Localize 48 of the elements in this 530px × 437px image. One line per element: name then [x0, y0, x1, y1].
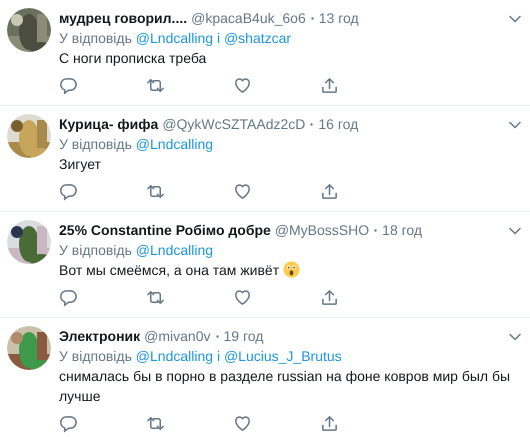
tweet-time[interactable]: 13 год — [318, 8, 359, 28]
retweet-icon[interactable] — [146, 414, 165, 433]
user-name[interactable]: 25% Constantine Робімо добре — [59, 220, 271, 240]
share-icon[interactable] — [320, 414, 339, 433]
reply-icon[interactable] — [59, 76, 78, 95]
reply-label: У відповідь — [59, 30, 132, 46]
joiner-text: і — [216, 30, 220, 46]
mention-link[interactable]: @Lndcalling — [136, 242, 214, 258]
tweet-time[interactable]: 19 год — [224, 326, 264, 346]
reply-label: У відповідь — [59, 136, 132, 152]
mention-link[interactable]: @Lucius_J_Brutus — [224, 348, 342, 364]
reply-label: У відповідь — [59, 348, 132, 364]
tweet-text: Вот мы смеёмся, а она там живёт — [59, 262, 280, 278]
user-name[interactable]: Электроник — [59, 326, 140, 346]
joiner-text: і — [216, 348, 220, 364]
like-icon[interactable] — [233, 288, 252, 307]
retweet-icon[interactable] — [146, 288, 165, 307]
separator-dot-icon — [374, 228, 378, 232]
user-handle: @MyBossSHO — [274, 221, 370, 240]
user-handle: @mivan0v — [144, 327, 210, 346]
mention-link[interactable]: @Lndcalling — [136, 30, 214, 46]
user-handle: @kpacaB4uk_6o6 — [191, 9, 306, 28]
user-name[interactable]: Курица- фифа — [59, 114, 158, 134]
user-handle: @QykWcSZTAAdz2cD — [162, 115, 306, 134]
tweet-text: С ноги прописка треба — [59, 50, 206, 66]
tweet-time[interactable]: 18 год — [382, 220, 422, 240]
retweet-icon[interactable] — [146, 182, 165, 201]
reply-icon[interactable] — [59, 182, 78, 201]
share-icon[interactable] — [320, 76, 339, 95]
mention-link[interactable]: @Lndcalling — [136, 348, 214, 364]
separator-dot-icon — [310, 16, 314, 20]
separator-dot-icon — [216, 334, 218, 338]
reply-label: У відповідь — [59, 242, 132, 258]
tweet-text: Зигует — [59, 156, 101, 172]
retweet-icon[interactable] — [146, 76, 165, 95]
like-icon[interactable] — [233, 182, 252, 201]
share-icon[interactable] — [320, 182, 339, 201]
like-icon[interactable] — [233, 76, 252, 95]
mention-link[interactable]: @Lndcalling — [136, 136, 214, 152]
mention-link[interactable]: @shatzcar — [224, 30, 292, 46]
user-name[interactable]: мудрец говорил.... — [59, 8, 188, 28]
reply-icon[interactable] — [59, 414, 78, 433]
reply-icon[interactable] — [59, 288, 78, 307]
share-icon[interactable] — [320, 288, 339, 307]
tweet-time[interactable]: 16 год — [318, 114, 358, 134]
separator-dot-icon — [310, 122, 314, 126]
tweet-text: снималась бы в порно в разделе russian на фоне ковров мир был бы лучше — [59, 368, 510, 404]
like-icon[interactable] — [233, 414, 252, 433]
